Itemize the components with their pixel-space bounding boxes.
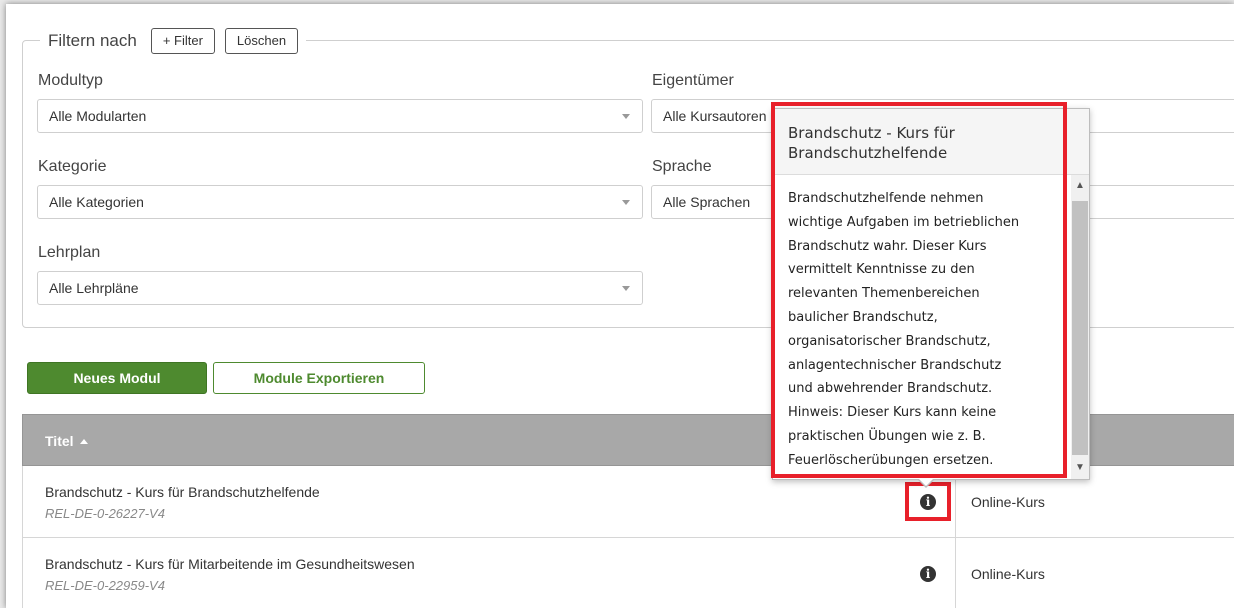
- highlight-box-popover: [771, 102, 1067, 478]
- lehrplan-label: Lehrplan: [38, 244, 101, 261]
- modultyp-select[interactable]: Alle Modularten: [37, 99, 643, 133]
- lehrplan-select[interactable]: Alle Lehrpläne: [37, 271, 643, 305]
- column-header-label: Titel: [45, 433, 74, 449]
- info-circle-icon[interactable]: i: [920, 566, 936, 582]
- modultyp-value: Alle Modularten: [49, 108, 147, 124]
- sort-ascending-icon: [79, 439, 88, 444]
- chevron-down-icon: [622, 114, 630, 119]
- eigentuemer-label: Eigentümer: [652, 72, 734, 89]
- chevron-up-icon[interactable]: ▲: [1071, 175, 1089, 195]
- page-frame: Filtern nach + Filter Löschen Modultyp A…: [6, 4, 1234, 608]
- filter-legend: Filtern nach + Filter Löschen: [40, 26, 307, 56]
- kategorie-select[interactable]: Alle Kategorien: [37, 185, 643, 219]
- chevron-down-icon: [622, 286, 630, 291]
- row-code: REL-DE-0-26227-V4: [45, 506, 165, 521]
- export-modules-button[interactable]: Module Exportieren: [213, 362, 425, 394]
- popover-arrow-inner: [918, 478, 934, 486]
- add-filter-button[interactable]: + Filter: [150, 28, 215, 54]
- row-title[interactable]: Brandschutz - Kurs für Mitarbeitende im …: [45, 556, 415, 572]
- chevron-down-icon: [622, 200, 630, 205]
- chevron-down-icon[interactable]: ▼: [1071, 459, 1089, 479]
- row-type: Online-Kurs: [971, 566, 1045, 582]
- sprache-label: Sprache: [652, 158, 712, 175]
- kategorie-value: Alle Kategorien: [49, 194, 144, 210]
- new-module-button[interactable]: Neues Modul: [27, 362, 207, 394]
- lehrplan-value: Alle Lehrpläne: [49, 280, 139, 296]
- column-header-title[interactable]: Titel: [45, 433, 88, 449]
- row-title[interactable]: Brandschutz - Kurs für Brandschutzhelfen…: [45, 484, 320, 500]
- clear-filter-button[interactable]: Löschen: [224, 28, 299, 54]
- kategorie-label: Kategorie: [38, 158, 107, 175]
- column-divider: [955, 538, 956, 608]
- table-row[interactable]: Brandschutz - Kurs für Mitarbeitende im …: [22, 538, 1234, 608]
- row-code: REL-DE-0-22959-V4: [45, 578, 165, 593]
- eigentuemer-value: Alle Kursautoren: [663, 108, 767, 124]
- popover-scroll-thumb[interactable]: [1072, 201, 1088, 455]
- modultyp-label: Modultyp: [38, 72, 103, 89]
- sprache-value: Alle Sprachen: [663, 194, 751, 210]
- filter-title: Filtern nach: [48, 31, 137, 50]
- row-type: Online-Kurs: [971, 494, 1045, 510]
